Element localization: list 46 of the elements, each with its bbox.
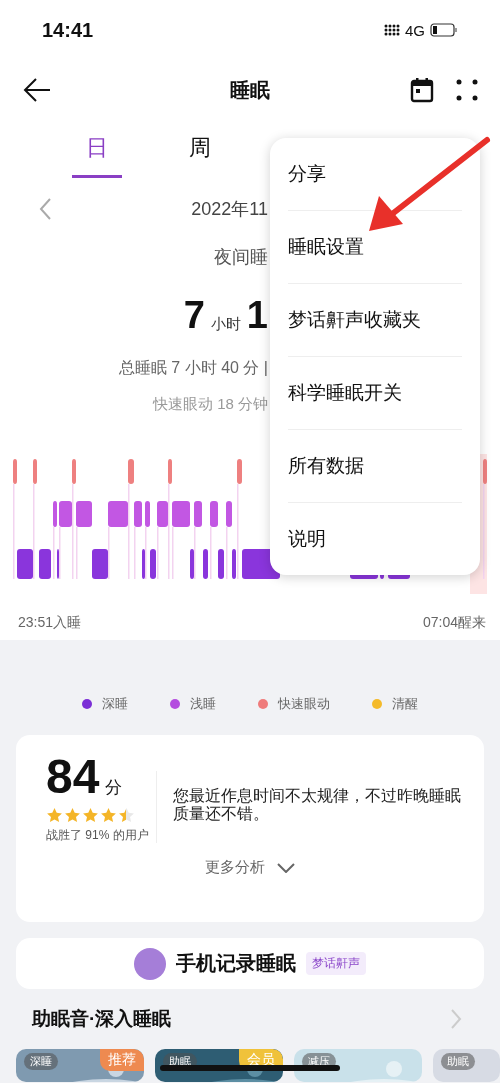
duration-minutes: 1 (246, 296, 268, 334)
status-time: 14:41 (42, 18, 94, 42)
more-analysis-button[interactable]: 更多分析 (199, 857, 301, 878)
star-icon (82, 807, 99, 824)
sleep-start-time: 23:51入睡 (18, 614, 82, 632)
chevron-down-icon (277, 862, 295, 873)
duration-hours: 7 (183, 296, 205, 334)
sleep-comment: 您最近作息时间不太规律，不过昨晚睡眠质量还不错。 (173, 787, 462, 824)
moon-icon (134, 947, 166, 980)
legend-label: 深睡 (102, 695, 128, 713)
phone-record-title: 手机记录睡眠 (176, 951, 296, 976)
section-title: 助眠音·深入睡眠 (32, 1007, 172, 1031)
score-unit: 分 (105, 777, 123, 799)
legend-label: 浅睡 (190, 695, 216, 713)
total-sleep-text: 总睡眠 7 小时 40 分 | (118, 358, 268, 378)
period-tab[interactable]: 日 (72, 120, 122, 178)
period-tab[interactable]: 周 (175, 120, 225, 178)
page-title: 睡眠 (230, 77, 270, 103)
menu-item[interactable]: 梦话鼾声收藏夹 (288, 284, 462, 357)
hours-unit: 小时 (210, 315, 241, 334)
sound-tag: 深睡 (24, 1053, 58, 1070)
rem-sleep-text: 快速眼动 18 分钟 (152, 395, 268, 414)
menu-item[interactable]: 所有数据 (288, 430, 462, 503)
star-icon (118, 807, 135, 824)
date-label: 2022年11 (191, 198, 268, 221)
feature-tag: 梦话鼾声 (306, 952, 366, 975)
more-icon[interactable] (456, 79, 478, 101)
legend-label: 快速眼动 (278, 695, 330, 713)
sound-badge: 推荐 (100, 1049, 144, 1071)
wake-time: 07:04醒来 (422, 614, 486, 632)
rank-text: 战胜了 91% 的用户 (46, 828, 150, 843)
phone-record-card[interactable]: 手机记录睡眠 梦话鼾声 (16, 938, 484, 989)
sleep-score: 84 (46, 753, 100, 801)
sleep-type-label: 夜间睡 (214, 246, 268, 269)
star-icon (64, 807, 81, 824)
back-icon[interactable] (22, 76, 52, 104)
menu-item[interactable]: 说明 (288, 503, 462, 575)
signal-icon (384, 23, 400, 37)
network-label: 4G (405, 21, 425, 39)
battery-icon (430, 23, 458, 37)
star-icon (100, 807, 117, 824)
sound-tag: 助眠 (441, 1053, 475, 1070)
legend-label: 清醒 (392, 695, 418, 713)
menu-item[interactable]: 科学睡眠开关 (288, 357, 462, 430)
calendar-icon[interactable] (410, 77, 434, 103)
star-icon (46, 807, 63, 824)
